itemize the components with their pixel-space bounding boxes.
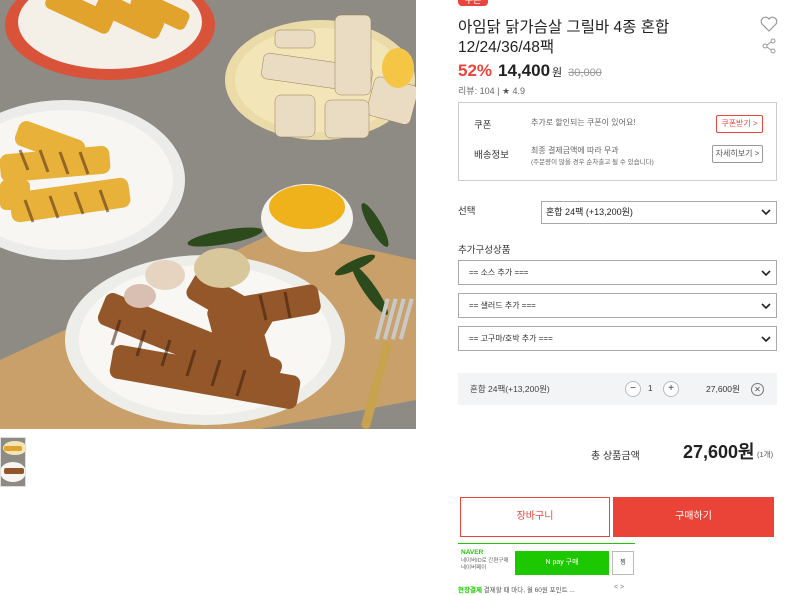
shipping-label: 배송정보 xyxy=(474,150,509,161)
naver-pay-sub1: 네이버ID로 간편구매 xyxy=(461,558,509,564)
naver-pay-foot-text: 결제할 때 마다, 월 60원 포인트 ... xyxy=(481,587,575,594)
naver-pay-foot-highlight: 현장결제 xyxy=(458,587,482,594)
star-icon: ★ xyxy=(501,86,511,96)
naver-pay-subtext: 네이버ID로 간편구매 네이버페이 xyxy=(461,558,516,572)
shipping-line1: 최종 결제금액에 따라 무과 xyxy=(531,146,619,155)
option-selected-value: 혼합 24팩 (+13,200원) xyxy=(546,207,633,217)
chevron-down-icon xyxy=(761,336,771,343)
sale-price: 14,400 xyxy=(498,61,551,80)
add-to-cart-button[interactable]: 장바구니 xyxy=(460,497,610,537)
original-price: 30,000 xyxy=(568,67,602,79)
info-box: 쿠폰 추가로 할인되는 쿠폰이 있어요! 쿠폰받기 > 배송정보 최종 결제금액… xyxy=(458,102,777,181)
addon-select-potato[interactable]: == 고구마/호박 추가 === xyxy=(458,326,777,351)
option-select-label: 선택 xyxy=(458,206,476,217)
shipping-detail-button[interactable]: 자세히보기 > xyxy=(712,145,763,163)
get-coupon-button[interactable]: 쿠폰받기 > xyxy=(716,115,763,133)
coupon-label: 쿠폰 xyxy=(474,120,492,131)
addon-select-sauce[interactable]: == 소스 추가 === xyxy=(458,260,777,285)
naver-logo: NAVER xyxy=(461,549,484,556)
addon-potato-value: == 고구마/호박 추가 === xyxy=(469,334,553,343)
selected-option-row: 혼합 24팩(+13,200원) − 1 + 27,600원 ✕ xyxy=(458,373,777,405)
total-label: 총 상품금액 xyxy=(591,451,640,462)
addon-label: 추가구성상품 xyxy=(458,245,511,256)
product-title-line1: 아임닭 닭가슴살 그릴바 4종 혼합 xyxy=(458,19,670,36)
quantity-value: 1 xyxy=(648,384,653,393)
product-title: 아임닭 닭가슴살 그릴바 4종 혼합 12/24/36/48팩 xyxy=(458,18,748,58)
chevron-down-icon xyxy=(761,270,771,277)
product-thumbnail[interactable] xyxy=(0,437,26,487)
price-unit: 원 xyxy=(552,67,563,79)
addon-select-salad[interactable]: == 샐러드 추가 === xyxy=(458,293,777,318)
naver-pay-box: NAVER 네이버ID로 간편구매 네이버페이 N pay 구매 찜 xyxy=(458,543,635,579)
naver-pay-footer: 현장결제 결제할 때 마다, 월 60원 포인트 ... xyxy=(458,584,636,594)
option-select[interactable]: 혼합 24팩 (+13,200원) xyxy=(541,201,777,224)
share-icon[interactable] xyxy=(761,38,777,54)
rating-value: 4.9 xyxy=(512,86,526,96)
selected-option-name: 혼합 24팩(+13,200원) xyxy=(470,384,550,394)
addon-salad-value: == 샐러드 추가 === xyxy=(469,301,536,310)
chevron-down-icon xyxy=(761,303,771,310)
review-label: 리뷰 xyxy=(458,86,475,96)
selected-option-price: 27,600원 xyxy=(706,384,740,394)
shipping-line2: (주문량이 많을 경우 순차출고 될 수 있습니다) xyxy=(531,159,654,166)
price-row: 52% 14,400 원 30,000 xyxy=(458,61,602,81)
quantity-minus-button[interactable]: − xyxy=(625,381,641,397)
review-count: 104 xyxy=(479,86,495,96)
chevron-down-icon xyxy=(761,209,771,216)
discount-rate: 52% xyxy=(458,61,493,80)
naver-pay-buy-button[interactable]: N pay 구매 xyxy=(515,551,609,575)
total-count: (1개) xyxy=(757,450,774,459)
heart-icon[interactable] xyxy=(760,16,778,32)
naver-pay-sub2: 네이버페이 xyxy=(461,565,487,571)
product-title-line2: 12/24/36/48팩 xyxy=(458,39,555,56)
review-summary[interactable]: 리뷰: 104 | ★ 4.9 xyxy=(458,84,525,97)
total-price: 27,600원 xyxy=(683,442,755,462)
remove-option-button[interactable]: ✕ xyxy=(751,383,764,396)
shipping-text: 최종 결제금액에 따라 무과 (주문량이 많을 경우 순차출고 될 수 있습니다… xyxy=(531,145,654,168)
coupon-badge: 쿠폰 xyxy=(458,0,488,6)
buy-now-button[interactable]: 구매하기 xyxy=(613,497,774,537)
product-image[interactable] xyxy=(0,0,416,429)
coupon-text: 추가로 할인되는 쿠폰이 있어요! xyxy=(531,118,636,127)
quantity-plus-button[interactable]: + xyxy=(663,381,679,397)
addon-sauce-value: == 소스 추가 === xyxy=(469,268,529,277)
naver-pay-wish-button[interactable]: 찜 xyxy=(612,551,634,575)
naver-pay-arrows[interactable]: < > xyxy=(614,584,624,591)
